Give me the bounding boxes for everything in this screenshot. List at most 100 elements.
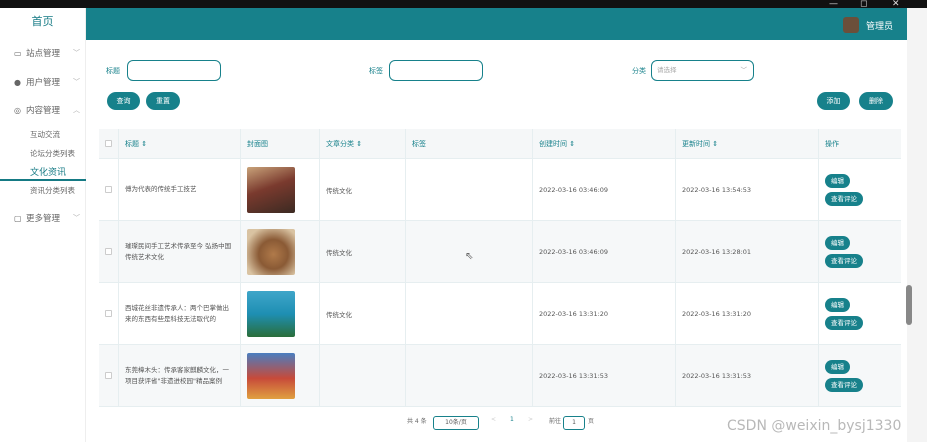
- row-title: 璀璨民间手工艺术传承至今 弘扬中国传统艺术文化: [119, 221, 241, 282]
- row-select-cell[interactable]: [99, 159, 119, 220]
- row-created: 2022-03-16 13:31:53: [533, 345, 676, 406]
- sidebar-subitem-news-category[interactable]: 资讯分类列表: [30, 185, 75, 196]
- chevron-up-icon: ︿: [73, 106, 80, 114]
- edit-button[interactable]: 编辑: [825, 235, 850, 250]
- page-size-select[interactable]: 10条/页: [433, 416, 479, 430]
- chevron-down-icon: ﹀: [73, 214, 80, 222]
- table-row: 璀璨民间手工艺术传承至今 弘扬中国传统艺术文化 传统文化 2022-03-16 …: [99, 221, 901, 283]
- page-unit: 页: [588, 418, 595, 425]
- sidebar-subitem-interaction[interactable]: 互动交流: [30, 129, 60, 140]
- pagination-total: 共 4 条: [407, 418, 427, 425]
- scrollbar-thumb[interactable]: [906, 285, 912, 325]
- row-title: 东莞樟木头：传承客家麒麟文化，一项目获评省"非遗进校园"精品案例: [119, 345, 241, 406]
- user-icon: ●: [14, 77, 21, 87]
- col-title[interactable]: 标题 ⇕: [119, 129, 241, 158]
- edit-button[interactable]: 编辑: [825, 359, 850, 374]
- add-button[interactable]: 添加: [817, 92, 850, 110]
- minimize-icon[interactable]: —: [829, 0, 838, 9]
- vertical-scrollbar[interactable]: [907, 8, 927, 442]
- category-select[interactable]: 请选择 ﹀: [651, 60, 754, 81]
- avatar[interactable]: [843, 17, 859, 33]
- close-icon[interactable]: ✕: [892, 0, 900, 9]
- title-input[interactable]: [127, 60, 221, 81]
- sidebar-subitem-forum-category[interactable]: 论坛分类列表: [30, 148, 75, 159]
- category-placeholder: 请选择: [657, 66, 677, 74]
- row-actions: 编辑 查看评论: [819, 159, 901, 220]
- sidebar-item-content[interactable]: ◎ 内容管理 ︿: [14, 104, 80, 117]
- sidebar-item-more[interactable]: ▢ 更多管理 ﹀: [14, 212, 80, 225]
- view-comments-button[interactable]: 查看评论: [825, 377, 863, 392]
- row-cover: [241, 159, 320, 220]
- checkbox[interactable]: [105, 186, 112, 193]
- reset-button[interactable]: 重置: [146, 92, 180, 110]
- row-created: 2022-03-16 03:46:09: [533, 221, 676, 282]
- checkbox[interactable]: [105, 140, 112, 147]
- chevron-down-icon: ﹀: [740, 66, 748, 74]
- delete-button[interactable]: 删除: [859, 92, 893, 110]
- edit-button[interactable]: 编辑: [825, 297, 850, 312]
- col-category[interactable]: 文章分类 ⇕: [320, 129, 406, 158]
- row-title: 傅为代表的传统手工技艺: [119, 159, 241, 220]
- row-category: 传统文化: [320, 159, 406, 220]
- row-updated: 2022-03-16 13:54:53: [676, 159, 819, 220]
- view-comments-button[interactable]: 查看评论: [825, 253, 863, 268]
- chevron-down-icon: ﹀: [73, 78, 80, 86]
- table-row: 傅为代表的传统手工技艺 传统文化 2022-03-16 03:46:09 202…: [99, 159, 901, 221]
- row-category: 传统文化: [320, 283, 406, 344]
- top-header: [86, 8, 907, 40]
- col-updated[interactable]: 更新时间 ⇕: [676, 129, 819, 158]
- sidebar-subitem-culture-news[interactable]: 文化资讯: [30, 165, 66, 178]
- col-tag: 标签: [406, 129, 533, 158]
- table-row: 东莞樟木头：传承客家麒麟文化，一项目获评省"非遗进校园"精品案例 2022-03…: [99, 345, 901, 407]
- table-header-row: 标题 ⇕ 封面图 文章分类 ⇕ 标签 创建时间 ⇕ 更新时间 ⇕ 操作: [99, 129, 901, 159]
- monitor-icon: ▭: [14, 48, 22, 58]
- row-updated: 2022-03-16 13:31:53: [676, 345, 819, 406]
- row-select-cell[interactable]: [99, 283, 119, 344]
- col-cover: 封面图: [241, 129, 320, 158]
- row-updated: 2022-03-16 13:31:20: [676, 283, 819, 344]
- row-tag: [406, 283, 533, 344]
- active-indicator: [0, 179, 86, 181]
- row-select-cell[interactable]: [99, 345, 119, 406]
- content-icon: ◎: [14, 105, 21, 115]
- row-tag: [406, 159, 533, 220]
- sidebar-item-site[interactable]: ▭ 站点管理 ﹀: [14, 47, 80, 60]
- title-label: 标题: [106, 67, 120, 75]
- sidebar-item-label: 站点管理: [26, 49, 61, 59]
- row-created: 2022-03-16 13:31:20: [533, 283, 676, 344]
- col-created[interactable]: 创建时间 ⇕: [533, 129, 676, 158]
- page-number-current[interactable]: 1: [510, 416, 514, 423]
- prev-page-button[interactable]: <: [491, 416, 496, 423]
- mouse-cursor-icon: ⇖: [465, 251, 474, 262]
- sidebar-item-label: 更多管理: [26, 214, 61, 224]
- row-category: 传统文化: [320, 221, 406, 282]
- row-tag: [406, 345, 533, 406]
- checkbox[interactable]: [105, 310, 112, 317]
- admin-name[interactable]: 管理员: [866, 19, 893, 32]
- chevron-down-icon: ﹀: [73, 49, 80, 57]
- row-cover: [241, 345, 320, 406]
- row-actions: 编辑 查看评论: [819, 283, 901, 344]
- maximize-icon[interactable]: ◻: [860, 0, 867, 9]
- view-comments-button[interactable]: 查看评论: [825, 315, 863, 330]
- checkbox[interactable]: [105, 248, 112, 255]
- next-page-button[interactable]: >: [528, 416, 533, 423]
- sidebar-item-label: 内容管理: [26, 106, 61, 116]
- select-all-cell[interactable]: [99, 129, 119, 158]
- watermark: CSDN @weixin_bysj1330: [727, 418, 902, 434]
- row-select-cell[interactable]: [99, 221, 119, 282]
- checkbox[interactable]: [105, 372, 112, 379]
- window-titlebar: [0, 0, 927, 8]
- view-comments-button[interactable]: 查看评论: [825, 191, 863, 206]
- row-actions: 编辑 查看评论: [819, 221, 901, 282]
- cover-image: [247, 166, 295, 213]
- edit-button[interactable]: 编辑: [825, 173, 850, 188]
- sidebar-home[interactable]: 首页: [0, 8, 85, 40]
- row-cover: [241, 221, 320, 282]
- query-button[interactable]: 查询: [107, 92, 140, 110]
- category-label: 分类: [632, 67, 646, 75]
- goto-page-input[interactable]: 1: [563, 416, 585, 430]
- tag-input[interactable]: [389, 60, 483, 81]
- sidebar-item-users[interactable]: ● 用户管理 ﹀: [14, 76, 80, 89]
- cover-image: [247, 228, 295, 275]
